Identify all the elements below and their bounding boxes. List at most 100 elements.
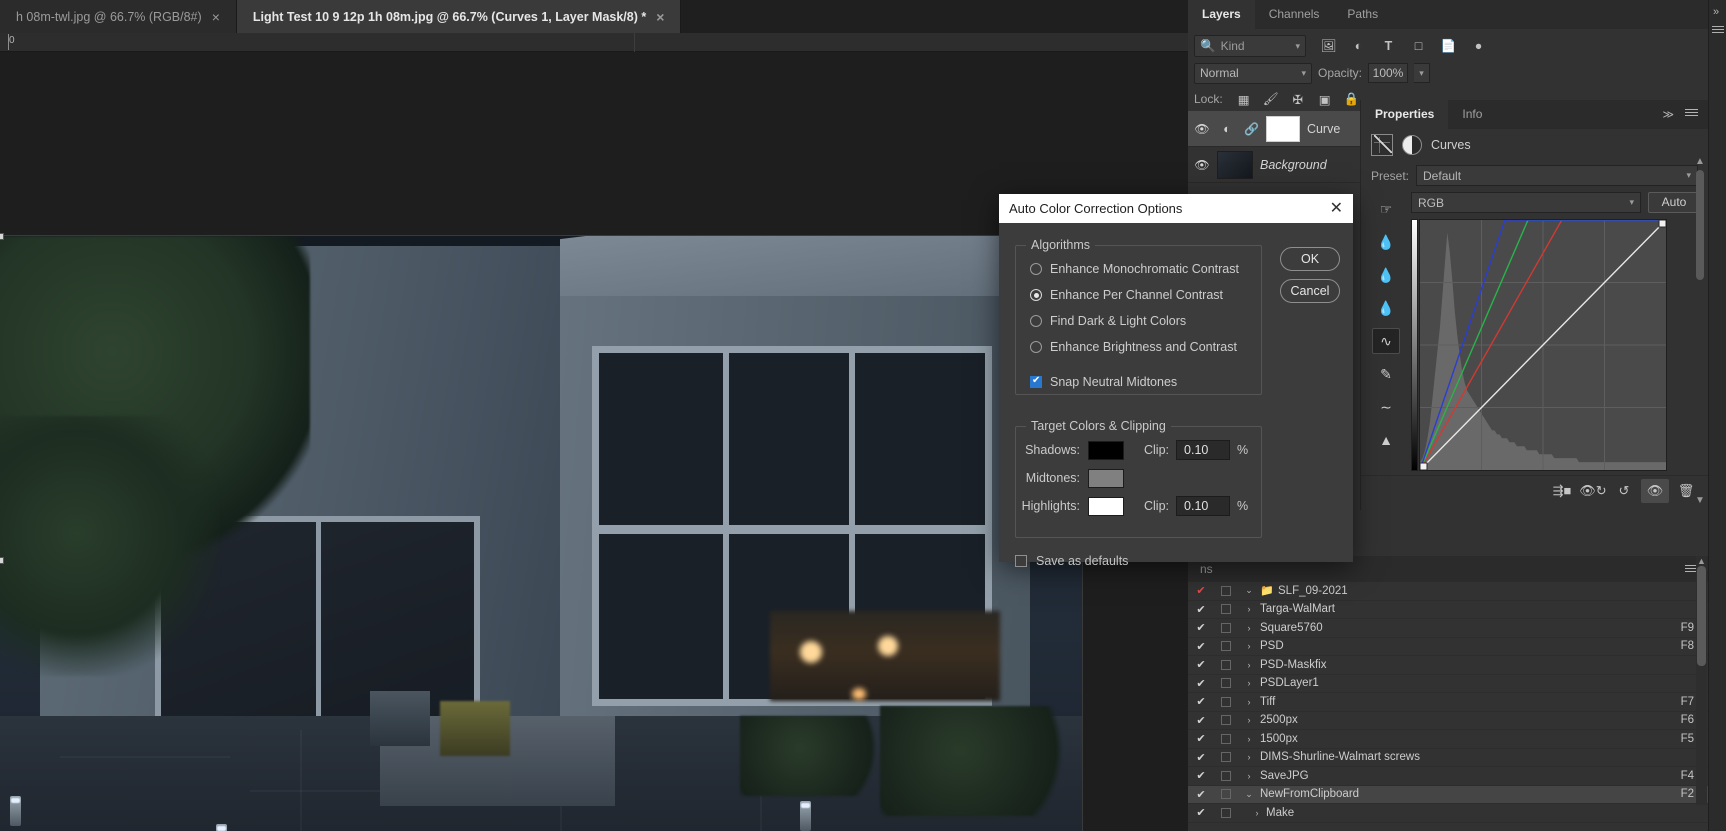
gray-point-eyedropper-icon[interactable]: 💧 <box>1372 262 1400 288</box>
expand-panels-icon[interactable]: » <box>1713 6 1719 18</box>
action-dialog-toggle-box[interactable] <box>1214 807 1238 818</box>
preview-toggle-icon[interactable]: 👁↻ <box>1579 479 1607 503</box>
radio-enhance-per-channel-contrast[interactable]: Enhance Per Channel Contrast <box>1030 282 1261 308</box>
toggle-filters-icon[interactable]: ● <box>1470 38 1487 55</box>
checkbox-save-as-defaults[interactable]: Save as defaults <box>1015 554 1128 568</box>
midtones-color-swatch[interactable] <box>1088 468 1124 488</box>
layer-visibility-icon[interactable]: 👁 <box>1194 158 1210 172</box>
reset-icon[interactable]: ↺ <box>1610 479 1638 503</box>
chevron-right-icon[interactable]: › <box>1238 623 1260 633</box>
action-enabled-check-icon[interactable]: ✔ <box>1188 788 1214 801</box>
close-icon[interactable]: × <box>656 10 664 24</box>
white-point-eyedropper-icon[interactable]: 💧 <box>1372 295 1400 321</box>
radio-enhance-monochromatic-contrast[interactable]: Enhance Monochromatic Contrast <box>1030 256 1261 282</box>
horizontal-ruler[interactable]: 0 <box>0 33 1225 52</box>
actions-row[interactable]: ✔ › Targa-WalMart <box>1188 601 1708 619</box>
target-adjustment-icon[interactable]: ☞ <box>1372 196 1400 222</box>
all-lock-icon[interactable]: 🔒 <box>1344 91 1360 107</box>
link-icon[interactable]: 🔗 <box>1244 122 1259 136</box>
radio-find-dark-and-light-colors[interactable]: Find Dark & Light Colors <box>1030 308 1261 334</box>
smooth-curve-icon[interactable]: ∼ <box>1372 394 1400 420</box>
action-enabled-check-icon[interactable]: ✔ <box>1188 603 1214 616</box>
radio-icon[interactable] <box>1030 263 1042 275</box>
action-enabled-check-icon[interactable]: ✔ <box>1188 695 1214 708</box>
chevron-right-icon[interactable]: › <box>1238 734 1260 744</box>
action-enabled-check-icon[interactable]: ✔ <box>1188 732 1214 745</box>
layer-thumbnail[interactable] <box>1217 150 1253 179</box>
transparency-lock-icon[interactable]: ▦ <box>1236 91 1252 107</box>
scrollbar-thumb[interactable] <box>1696 170 1704 280</box>
position-lock-icon[interactable]: ✠ <box>1290 91 1306 107</box>
chevron-right-icon[interactable]: › <box>1238 641 1260 651</box>
transform-handle[interactable] <box>0 233 4 240</box>
artboard-lock-icon[interactable]: ▣ <box>1317 91 1333 107</box>
preset-select[interactable]: Default ▾ <box>1416 165 1698 186</box>
layer-mask-icon[interactable] <box>1402 135 1422 155</box>
document-tab-0[interactable]: h 08m-twl.jpg @ 66.7% (RGB/8#) × <box>0 0 237 33</box>
tab-info[interactable]: Info <box>1448 100 1496 129</box>
properties-scrollbar[interactable]: ▲ ▼ <box>1694 156 1706 506</box>
shadows-clip-input[interactable]: 0.10 <box>1176 440 1231 460</box>
action-dialog-toggle-box[interactable] <box>1214 622 1238 633</box>
chevron-right-icon[interactable]: › <box>1238 604 1260 614</box>
highlights-clip-input[interactable]: 0.10 <box>1176 496 1231 516</box>
pencil-curve-tool-icon[interactable]: ✎ <box>1372 361 1400 387</box>
opacity-chevron-down-icon[interactable]: ▾ <box>1414 63 1431 83</box>
chevron-down-icon[interactable]: ▾ <box>1295 41 1300 52</box>
scroll-down-icon[interactable]: ▼ <box>1694 495 1706 506</box>
collapsed-panel-rail[interactable]: » <box>1708 0 1726 831</box>
chevron-down-icon[interactable]: ⌄ <box>1238 585 1260 596</box>
transform-handle[interactable] <box>0 557 4 564</box>
actions-row[interactable]: ✔ › Make <box>1188 804 1708 823</box>
histogram-warning-icon[interactable]: ▲ <box>1372 427 1400 453</box>
scrollbar-thumb[interactable] <box>1697 566 1706 666</box>
ok-button[interactable]: OK <box>1280 247 1340 271</box>
actions-row[interactable]: ✔ › Square5760 F9 <box>1188 619 1708 638</box>
shadows-color-swatch[interactable] <box>1088 440 1124 460</box>
type-filter-icon[interactable]: T <box>1380 38 1397 55</box>
action-dialog-toggle-box[interactable] <box>1214 659 1238 670</box>
blend-mode-select[interactable]: Normal ▾ <box>1194 62 1312 84</box>
curve-control-point[interactable] <box>1420 462 1428 470</box>
actions-row[interactable]: ✔ › Tiff F7 <box>1188 693 1708 712</box>
action-enabled-check-icon[interactable]: ✔ <box>1188 714 1214 727</box>
channel-select[interactable]: RGB ▾ <box>1411 192 1641 213</box>
adjustment-filter-icon[interactable]: ◐ <box>1350 38 1367 55</box>
document-tab-1[interactable]: Light Test 10 9 12p 1h 08m.jpg @ 66.7% (… <box>236 0 682 33</box>
curve-control-point[interactable] <box>1658 220 1666 228</box>
action-enabled-check-icon[interactable]: ✔ <box>1188 769 1214 782</box>
image-lock-icon[interactable]: 🖌 <box>1263 91 1279 107</box>
layer-filter-kind-select[interactable]: 🔍 Kind ▾ <box>1194 35 1306 57</box>
layer-visibility-icon[interactable]: 👁 <box>1194 122 1210 136</box>
chevron-right-icon[interactable]: › <box>1238 715 1260 725</box>
highlights-color-swatch[interactable] <box>1088 496 1124 516</box>
checkbox-icon-checked[interactable] <box>1030 375 1042 388</box>
radio-icon-selected[interactable] <box>1030 289 1042 301</box>
checkbox-icon[interactable] <box>1015 555 1027 567</box>
chevron-right-icon[interactable]: › <box>1238 752 1260 762</box>
radio-icon[interactable] <box>1030 341 1042 353</box>
chevron-right-icon[interactable]: › <box>1238 660 1260 670</box>
opacity-value[interactable]: 100% <box>1368 63 1409 83</box>
chevron-right-icon[interactable]: › <box>1238 808 1260 818</box>
actions-row[interactable]: ✔ › 2500px F6 <box>1188 712 1708 730</box>
auto-color-correction-dialog[interactable]: Auto Color Correction Options ✕ Algorith… <box>999 194 1353 568</box>
actions-row[interactable]: ✔ ⌄ NewFromClipboard F2 <box>1188 785 1708 804</box>
action-enabled-check-icon[interactable]: ✔ <box>1188 621 1214 634</box>
action-enabled-check-icon[interactable]: ✔ <box>1188 677 1214 690</box>
image-filter-icon[interactable]: 🖼 <box>1320 38 1337 55</box>
chevron-down-icon[interactable]: ▾ <box>1301 68 1306 79</box>
chevron-right-icon[interactable]: › <box>1238 771 1260 781</box>
action-dialog-toggle-box[interactable] <box>1214 641 1238 652</box>
actions-row[interactable]: ✔ ⌄ 📁 SLF_09-2021 <box>1188 582 1708 601</box>
actions-row[interactable]: ✔ › PSDLayer1 <box>1188 675 1708 693</box>
action-dialog-toggle-box[interactable] <box>1214 604 1238 615</box>
action-dialog-toggle-box[interactable] <box>1214 715 1238 726</box>
action-enabled-check-icon[interactable]: ✔ <box>1188 584 1214 597</box>
action-enabled-check-icon[interactable]: ✔ <box>1188 806 1214 819</box>
clip-to-layer-icon[interactable]: ⇶■ <box>1548 479 1576 503</box>
action-dialog-toggle-box[interactable] <box>1214 789 1238 800</box>
close-icon[interactable]: ✕ <box>1330 200 1343 217</box>
auto-button[interactable]: Auto <box>1648 192 1700 213</box>
panel-overflow-icon[interactable]: ≫ <box>1662 108 1674 121</box>
